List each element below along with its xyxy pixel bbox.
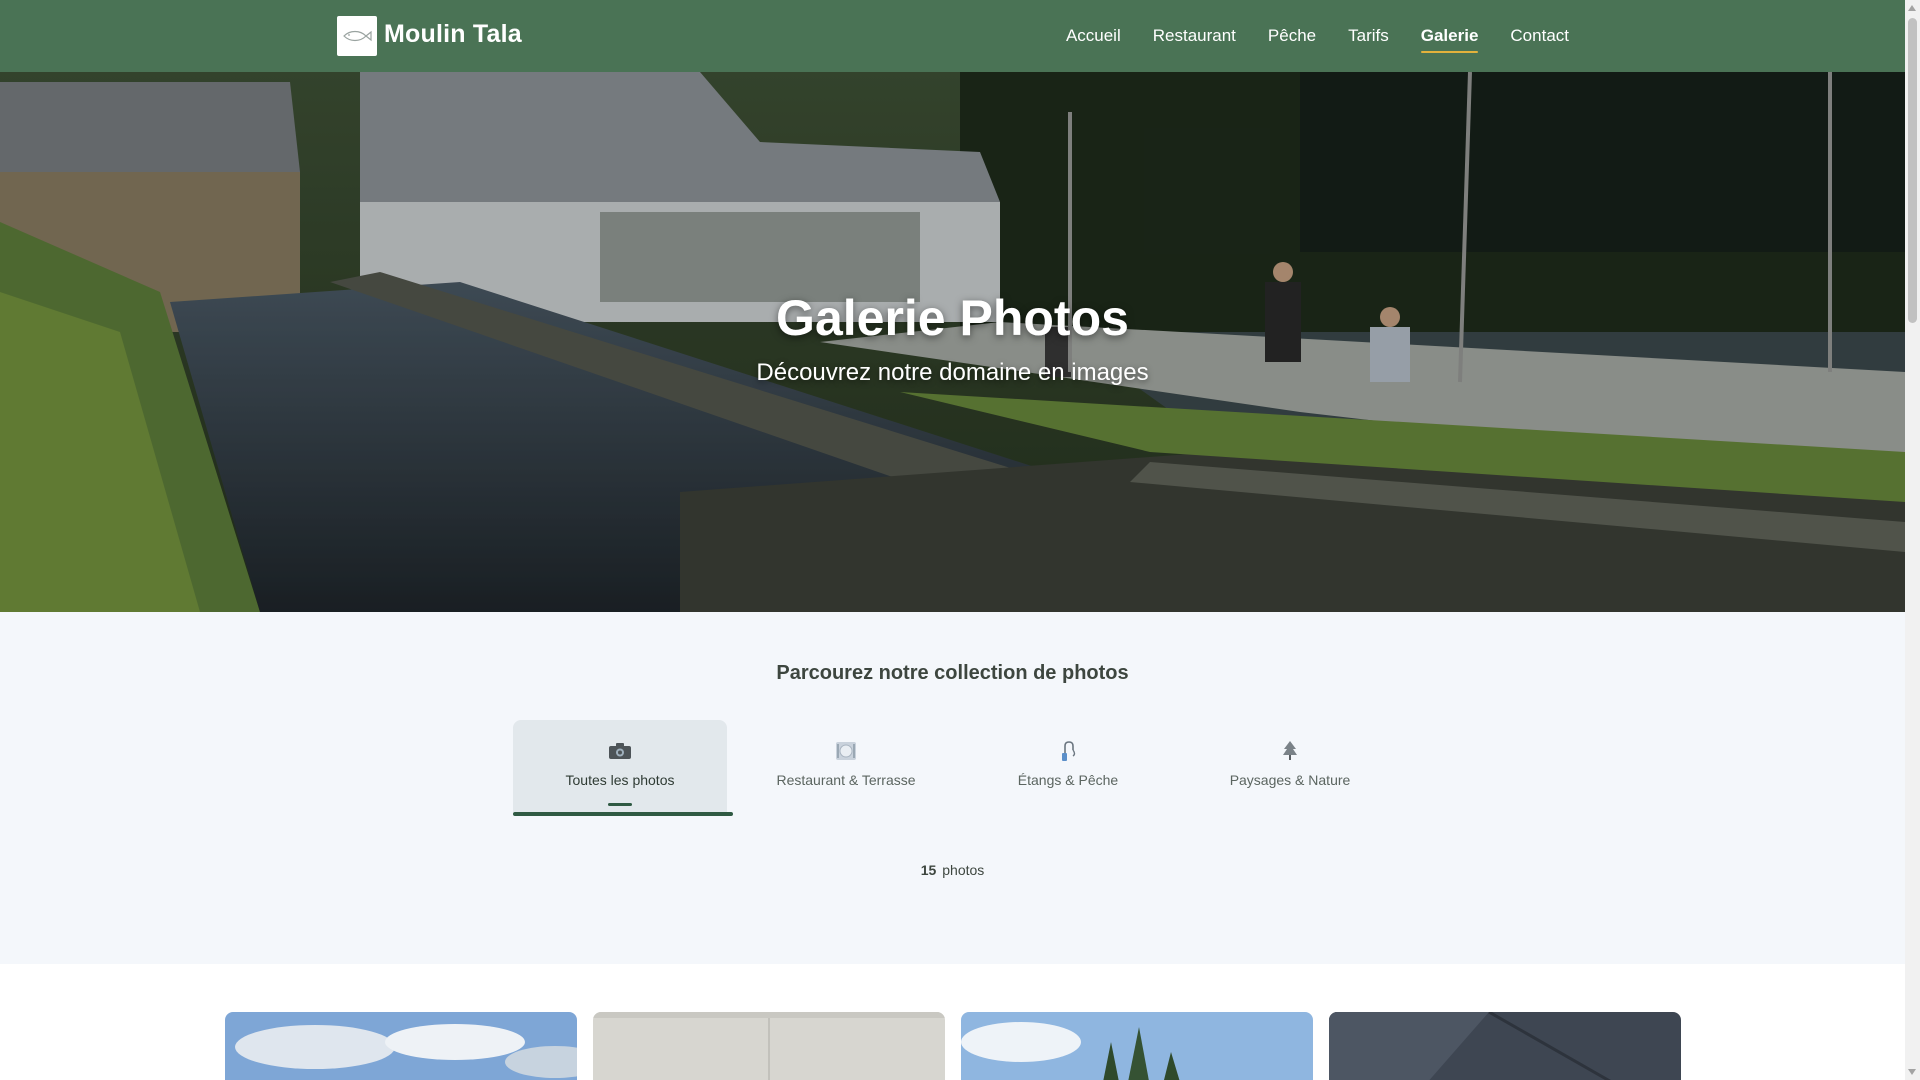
tab-label: Restaurant & Terrasse (776, 772, 916, 788)
page-scrollbar[interactable] (1905, 0, 1920, 1080)
filter-heading: Parcourez notre collection de photos (776, 662, 1129, 684)
photo-count-label: photos (942, 862, 985, 878)
camera-icon (606, 740, 634, 762)
page-subtitle: Découvrez notre domaine en images (756, 359, 1149, 386)
nav-restaurant[interactable]: Restaurant (1153, 20, 1236, 52)
photo-thumbnail (225, 1012, 577, 1080)
tab-label: Paysages & Nature (1229, 772, 1351, 788)
gallery-filters: Parcourez notre collection de photos Tou… (0, 612, 1905, 964)
brand-name[interactable]: Moulin Tala (384, 20, 522, 49)
photo-card[interactable] (593, 1012, 945, 1080)
tab-ponds-fishing[interactable]: Étangs & Pêche (957, 720, 1179, 812)
photo-thumbnail (593, 1012, 945, 1080)
photo-card[interactable] (961, 1012, 1313, 1080)
photo-count-number: 15 (920, 862, 937, 878)
photo-thumbnail (1329, 1012, 1681, 1080)
tab-label: Toutes les photos (565, 772, 675, 788)
filter-tabs: Toutes les photos Restaurant & Terrasse (513, 720, 1401, 816)
photo-thumbnail (961, 1012, 1313, 1080)
scroll-up-arrow-icon[interactable] (1908, 5, 1916, 11)
tab-all-photos[interactable]: Toutes les photos (513, 720, 733, 816)
logo[interactable] (337, 16, 377, 56)
nav-tarifs[interactable]: Tarifs (1348, 20, 1389, 52)
page-title: Galerie Photos (776, 290, 1129, 346)
tree-icon (1276, 740, 1304, 762)
fish-icon (343, 30, 372, 42)
photo-card[interactable] (1329, 1012, 1681, 1080)
nav-galerie[interactable]: Galerie (1420, 20, 1478, 53)
photo-count: 15 photos (0, 862, 1905, 878)
scroll-down-arrow-icon[interactable] (1908, 1069, 1916, 1075)
scroll-thumb[interactable] (1908, 18, 1917, 323)
tab-restaurant[interactable]: Restaurant & Terrasse (735, 720, 957, 812)
fishing-icon (1054, 740, 1082, 762)
photo-card[interactable] (225, 1012, 577, 1080)
nav-accueil[interactable]: Accueil (1066, 20, 1121, 52)
nav-contact[interactable]: Contact (1510, 20, 1569, 52)
photo-grid (225, 1012, 1681, 1080)
tab-label: Étangs & Pêche (1017, 772, 1119, 788)
tab-landscapes[interactable]: Paysages & Nature (1179, 720, 1401, 812)
site-header: Moulin Tala Accueil Restaurant Pêche Tar… (0, 0, 1905, 72)
nav-peche[interactable]: Pêche (1268, 20, 1316, 52)
main-nav: Accueil Restaurant Pêche Tarifs Galerie … (1066, 0, 1569, 72)
hero-banner: Galerie Photos Découvrez notre domaine e… (0, 72, 1905, 612)
plate-icon (832, 740, 860, 762)
